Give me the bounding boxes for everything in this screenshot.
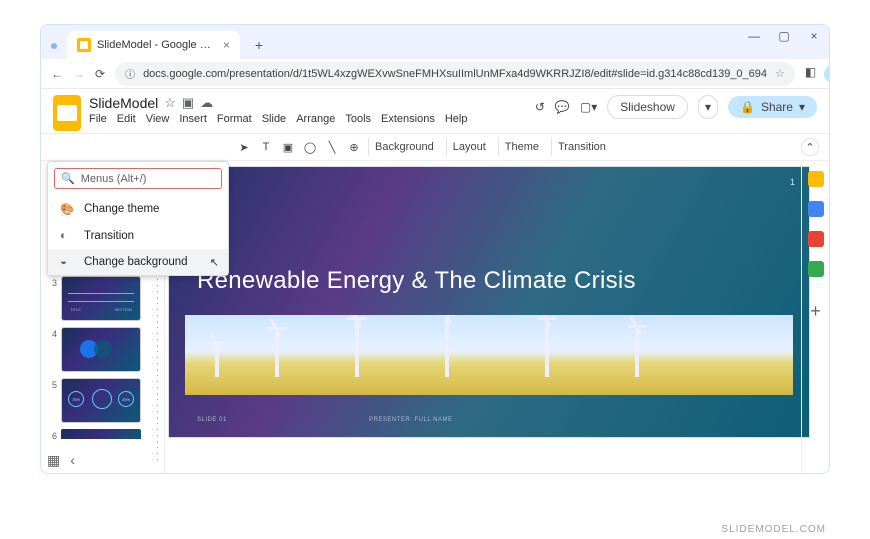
slide-title: Renewable Energy & The Climate Crisis: [197, 267, 636, 295]
window-controls: — ▢ ×: [745, 29, 823, 43]
menu-format[interactable]: Format: [217, 113, 252, 125]
menu-bar: File Edit View Insert Format Slide Arran…: [89, 113, 527, 125]
side-panel-rail: +: [801, 161, 829, 473]
move-doc-icon[interactable]: ▣: [182, 95, 194, 111]
tasks-icon[interactable]: [808, 201, 824, 217]
collapse-toolbar-icon[interactable]: ⌃: [801, 138, 819, 156]
slide-image-band: [185, 315, 793, 395]
palette-icon: 🎨: [60, 202, 74, 216]
menu-search-input[interactable]: 🔍 Menus (Alt+/): [54, 168, 222, 189]
minimize-icon[interactable]: —: [745, 29, 763, 43]
slide-thumbnail-3[interactable]: TITLE SECTION: [61, 276, 141, 321]
slide-page-number: 1: [790, 177, 795, 187]
profile-avatar[interactable]: [824, 65, 830, 83]
slide-canvas[interactable]: 1 Renewable Energy & The Climate Crisis …: [169, 167, 809, 437]
browser-tab[interactable]: SlideModel - Google Slides ×: [67, 31, 240, 59]
slide-thumbnail-6[interactable]: [61, 429, 141, 439]
shape-tool-icon[interactable]: ◯: [302, 141, 318, 154]
menu-extensions[interactable]: Extensions: [381, 113, 435, 125]
addons-plus-icon[interactable]: +: [810, 301, 821, 322]
background-button[interactable]: Background: [368, 138, 440, 156]
watermark-text: SLIDEMODEL.COM: [721, 524, 826, 535]
panel-item-transition[interactable]: ◐ Transition: [48, 223, 228, 249]
share-button[interactable]: 🔒 Share ▾: [728, 96, 817, 118]
back-icon[interactable]: ←: [51, 66, 63, 82]
panel-item-label: Transition: [84, 230, 134, 242]
comments-icon[interactable]: 💬: [555, 100, 570, 114]
address-bar[interactable]: ⓘ docs.google.com/presentation/d/1t5WL4x…: [115, 62, 795, 86]
tab-title: SlideModel - Google Slides: [97, 39, 217, 51]
cursor-icon: ↖: [210, 256, 219, 269]
document-title[interactable]: SlideModel: [89, 95, 158, 111]
cloud-status-icon[interactable]: ☁: [200, 95, 213, 111]
menu-search-placeholder: Menus (Alt+/): [81, 173, 147, 185]
slideshow-button[interactable]: Slideshow: [607, 95, 688, 119]
slides-logo-icon[interactable]: [53, 95, 81, 131]
slide-thumbnail-5[interactable]: 75% 25%: [61, 378, 141, 423]
history-icon[interactable]: ↺: [535, 100, 545, 114]
thumb-number: 3: [47, 276, 57, 288]
menu-insert[interactable]: Insert: [179, 113, 207, 125]
keep-icon[interactable]: [808, 171, 824, 187]
maximize-icon[interactable]: ▢: [775, 29, 793, 43]
droplet-icon: ◒: [60, 256, 74, 268]
menu-help[interactable]: Help: [445, 113, 468, 125]
browser-window: SlideModel - Google Slides × + — ▢ × ← →…: [40, 24, 830, 474]
prev-slide-icon[interactable]: ‹: [70, 452, 75, 469]
thumb-number: 4: [47, 327, 57, 339]
tab-indicator: [51, 43, 57, 49]
format-toolbar: ➤ T ▣ ◯ ╲ ⊕ Background Layout Theme Tran…: [41, 133, 829, 161]
app-header: SlideModel ☆ ▣ ☁ File Edit View Insert F…: [41, 89, 829, 133]
layout-button[interactable]: Layout: [446, 138, 492, 156]
star-doc-icon[interactable]: ☆: [164, 95, 176, 111]
menu-slide[interactable]: Slide: [262, 113, 286, 125]
extensions-icon[interactable]: ◧: [805, 65, 816, 83]
browser-tabstrip: SlideModel - Google Slides × + — ▢ ×: [41, 25, 829, 59]
slide-thumbnail-4[interactable]: [61, 327, 141, 372]
menu-view[interactable]: View: [146, 113, 170, 125]
panel-item-change-background[interactable]: ◒ Change background ↖: [48, 249, 228, 275]
canvas-area: 1 Renewable Energy & The Climate Crisis …: [151, 161, 829, 473]
menu-file[interactable]: File: [89, 113, 107, 125]
thumb-number: 5: [47, 378, 57, 390]
search-icon: 🔍: [61, 172, 75, 185]
thumb-number: 6: [47, 429, 57, 441]
pointer-tool-icon[interactable]: ➤: [236, 141, 252, 154]
menu-edit[interactable]: Edit: [117, 113, 136, 125]
theme-button[interactable]: Theme: [498, 138, 545, 156]
extensions-area: ◧ ⋮: [805, 65, 830, 83]
slide-footer-mid: PRESENTER: FULL NAME: [369, 417, 452, 423]
line-tool-icon[interactable]: ╲: [324, 141, 340, 154]
tab-close-icon[interactable]: ×: [223, 38, 230, 52]
menu-search-panel: 🔍 Menus (Alt+/) 🎨 Change theme ◐ Transit…: [47, 161, 229, 276]
url-text: docs.google.com/presentation/d/1t5WL4xzg…: [143, 68, 767, 80]
reload-icon[interactable]: ⟳: [95, 66, 105, 82]
site-info-icon[interactable]: ⓘ: [125, 66, 135, 81]
slides-favicon-icon: [77, 38, 91, 52]
menu-tools[interactable]: Tools: [345, 113, 371, 125]
slideshow-dropdown[interactable]: ▾: [698, 95, 718, 119]
textbox-tool-icon[interactable]: T: [258, 141, 274, 153]
panel-item-change-theme[interactable]: 🎨 Change theme: [48, 195, 228, 223]
bookmark-star-icon[interactable]: ☆: [775, 67, 785, 80]
image-tool-icon[interactable]: ▣: [280, 141, 296, 154]
maps-icon[interactable]: [808, 261, 824, 277]
slide-footer-left: SLIDE 01: [197, 417, 227, 423]
transition-button[interactable]: Transition: [551, 138, 612, 156]
menu-arrange[interactable]: Arrange: [296, 113, 335, 125]
panel-item-label: Change theme: [84, 203, 159, 215]
transition-icon: ◐: [60, 230, 74, 242]
new-tab-button[interactable]: +: [248, 34, 270, 56]
browser-toolbar: ← → ⟳ ⓘ docs.google.com/presentation/d/1…: [41, 59, 829, 89]
app-body: 🔍 Menus (Alt+/) 🎨 Change theme ◐ Transit…: [41, 161, 829, 473]
comment-tool-icon[interactable]: ⊕: [346, 141, 362, 154]
meet-button[interactable]: ▢▾: [580, 100, 597, 114]
panel-item-label: Change background: [84, 256, 188, 268]
bottom-view-bar: ▦ ‹: [47, 452, 75, 469]
forward-icon[interactable]: →: [73, 66, 85, 82]
contacts-icon[interactable]: [808, 231, 824, 247]
close-window-icon[interactable]: ×: [805, 29, 823, 43]
grid-view-icon[interactable]: ▦: [47, 452, 60, 469]
